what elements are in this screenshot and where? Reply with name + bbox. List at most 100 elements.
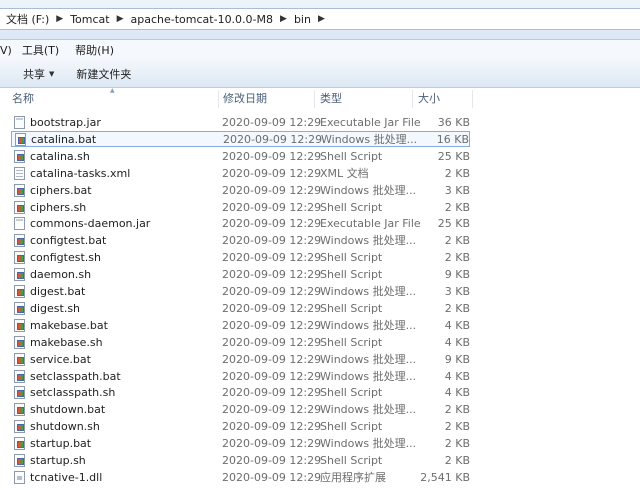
- file-name[interactable]: tcnative-1.dll: [30, 469, 102, 486]
- script-file-icon: [14, 420, 25, 434]
- file-size: 9 KB: [444, 352, 470, 366]
- file-date: 2020-09-09 12:29: [222, 403, 322, 417]
- file-size: 4 KB: [444, 335, 470, 349]
- file-date: 2020-09-09 12:29: [222, 217, 322, 231]
- file-type: Windows 批处理...: [320, 318, 417, 332]
- file-row[interactable]: setclasspath.bat 2020-09-09 12:29 Windows …: [0, 368, 640, 385]
- file-date: 2020-09-09 12:29: [222, 369, 322, 383]
- file-row[interactable]: digest.bat 2020-09-09 12:29 Windows 批处理...…: [0, 283, 640, 300]
- file-name[interactable]: commons-daemon.jar: [30, 215, 150, 232]
- menu-tools[interactable]: 工具(T): [22, 42, 59, 58]
- file-name[interactable]: ciphers.sh: [30, 199, 86, 216]
- file-name[interactable]: shutdown.bat: [30, 401, 105, 418]
- column-divider[interactable]: [218, 90, 219, 108]
- file-size: 2 KB: [444, 420, 470, 434]
- file-name[interactable]: makebase.bat: [30, 317, 108, 334]
- file-row[interactable]: shutdown.sh 2020-09-09 12:29 Shell Script 2…: [0, 418, 640, 435]
- file-date: 2020-09-09 12:29: [222, 454, 322, 467]
- share-button[interactable]: 共享 ▼: [23, 66, 54, 82]
- file-row[interactable]: daemon.sh 2020-09-09 12:29 Shell Script 9 K…: [0, 266, 640, 283]
- column-header-size[interactable]: 大小: [418, 88, 440, 110]
- breadcrumb-drive[interactable]: 文档 (F:): [4, 11, 51, 27]
- column-divider[interactable]: [412, 90, 413, 108]
- file-row[interactable]: catalina.sh 2020-09-09 12:29 Shell Script 2…: [0, 148, 640, 165]
- file-name[interactable]: digest.sh: [30, 300, 80, 317]
- chevron-right-icon[interactable]: ▶: [112, 14, 129, 24]
- chevron-right-icon[interactable]: ▶: [51, 14, 68, 24]
- new-folder-button[interactable]: 新建文件夹: [76, 66, 131, 82]
- file-row[interactable]: configtest.bat 2020-09-09 12:29 Windows 批处…: [0, 232, 640, 249]
- script-file-icon: [14, 386, 25, 400]
- file-type: Shell Script: [320, 335, 383, 349]
- file-row[interactable]: configtest.sh 2020-09-09 12:29 Shell Scrip…: [0, 249, 640, 266]
- file-size: 4 KB: [444, 369, 470, 383]
- file-type: Windows 批处理...: [320, 234, 417, 248]
- breadcrumb-apache-tomcat[interactable]: apache-tomcat-10.0.0-M8: [129, 13, 276, 26]
- file-name[interactable]: shutdown.sh: [30, 418, 100, 435]
- script-file-icon: [15, 132, 26, 146]
- file-name[interactable]: startup.bat: [30, 435, 91, 452]
- menu-bar: V) 工具(T) 帮助(H): [0, 40, 640, 60]
- file-row[interactable]: setclasspath.sh 2020-09-09 12:29 Shell Scr…: [0, 384, 640, 401]
- file-name[interactable]: daemon.sh: [30, 266, 91, 283]
- menu-help[interactable]: 帮助(H): [75, 42, 114, 58]
- file-type: Windows 批处理...: [320, 352, 417, 366]
- file-name[interactable]: bootstrap.jar: [30, 114, 101, 131]
- file-size: 25 KB: [437, 217, 470, 231]
- breadcrumb-tomcat[interactable]: Tomcat: [68, 13, 111, 26]
- file-row[interactable]: startup.bat 2020-09-09 12:29 Windows 批处理..…: [0, 435, 640, 452]
- file-row[interactable]: ciphers.sh 2020-09-09 12:29 Shell Script 2 …: [0, 199, 640, 216]
- file-size: 36 KB: [437, 116, 470, 129]
- column-divider[interactable]: [472, 90, 473, 108]
- file-date: 2020-09-09 12:29: [222, 183, 322, 197]
- file-type: Shell Script: [320, 268, 383, 282]
- file-date: 2020-09-09 12:29: [222, 470, 322, 484]
- file-size: 2 KB: [444, 454, 470, 467]
- file-name[interactable]: digest.bat: [30, 283, 85, 300]
- file-row[interactable]: tcnative-1.dll 2020-09-09 12:29 应用程序扩展 2,54…: [0, 469, 640, 486]
- file-row[interactable]: makebase.sh 2020-09-09 12:29 Shell Script 4…: [0, 334, 640, 351]
- column-header-type[interactable]: 类型: [320, 88, 342, 110]
- file-name[interactable]: configtest.sh: [30, 249, 101, 266]
- breadcrumb-bin[interactable]: bin: [292, 13, 313, 26]
- chevron-right-icon[interactable]: ▶: [313, 14, 330, 24]
- file-type: Windows 批处理...: [320, 183, 417, 197]
- file-date: 2020-09-09 12:29: [222, 352, 322, 366]
- file-name[interactable]: service.bat: [30, 351, 91, 368]
- file-name[interactable]: ciphers.bat: [30, 182, 92, 199]
- address-bar[interactable]: 文档 (F:) ▶ Tomcat ▶ apache-tomcat-10.0.0-…: [0, 8, 640, 30]
- file-name[interactable]: setclasspath.sh: [30, 384, 115, 401]
- file-row[interactable]: catalina-tasks.xml 2020-09-09 12:29 XML 文档…: [0, 165, 640, 182]
- file-name[interactable]: catalina.bat: [31, 131, 96, 148]
- file-name[interactable]: startup.sh: [30, 452, 86, 469]
- file-name[interactable]: catalina.sh: [30, 148, 90, 165]
- script-file-icon: [14, 285, 25, 298]
- file-row[interactable]: commons-daemon.jar 2020-09-09 12:29 Execut…: [0, 215, 640, 232]
- script-file-icon: [14, 335, 25, 349]
- script-file-icon: [14, 403, 25, 417]
- column-header-date[interactable]: 修改日期: [223, 88, 267, 110]
- file-name[interactable]: configtest.bat: [30, 232, 106, 249]
- file-row[interactable]: digest.sh 2020-09-09 12:29 Shell Script 2 K…: [0, 300, 640, 317]
- file-row[interactable]: bootstrap.jar 2020-09-09 12:29 Executable …: [0, 114, 640, 131]
- file-row[interactable]: catalina.bat 2020-09-09 12:29 Windows 批处理.…: [11, 130, 470, 148]
- menu-view[interactable]: V): [0, 44, 12, 57]
- column-divider[interactable]: [314, 90, 315, 108]
- chevron-right-icon[interactable]: ▶: [275, 14, 292, 24]
- file-name[interactable]: setclasspath.bat: [30, 368, 121, 385]
- file-name[interactable]: catalina-tasks.xml: [30, 165, 130, 182]
- file-row[interactable]: service.bat 2020-09-09 12:29 Windows 批处理..…: [0, 351, 640, 368]
- column-header-name[interactable]: 名称: [12, 88, 34, 110]
- file-row[interactable]: makebase.bat 2020-09-09 12:29 Windows 批处理.…: [0, 317, 640, 334]
- file-row[interactable]: ciphers.bat 2020-09-09 12:29 Windows 批处理..…: [0, 182, 640, 199]
- file-date: 2020-09-09 12:29: [222, 116, 322, 129]
- file-size: 2 KB: [444, 301, 470, 315]
- file-size: 2 KB: [444, 200, 470, 214]
- file-type: Shell Script: [320, 200, 383, 214]
- file-size: 2 KB: [444, 234, 470, 248]
- file-type: Shell Script: [320, 149, 383, 163]
- file-date: 2020-09-09 12:29: [222, 437, 322, 451]
- file-name[interactable]: makebase.sh: [30, 334, 103, 351]
- file-row[interactable]: startup.sh 2020-09-09 12:29 Shell Script 2 …: [0, 452, 640, 469]
- file-row[interactable]: shutdown.bat 2020-09-09 12:29 Windows 批处理.…: [0, 401, 640, 418]
